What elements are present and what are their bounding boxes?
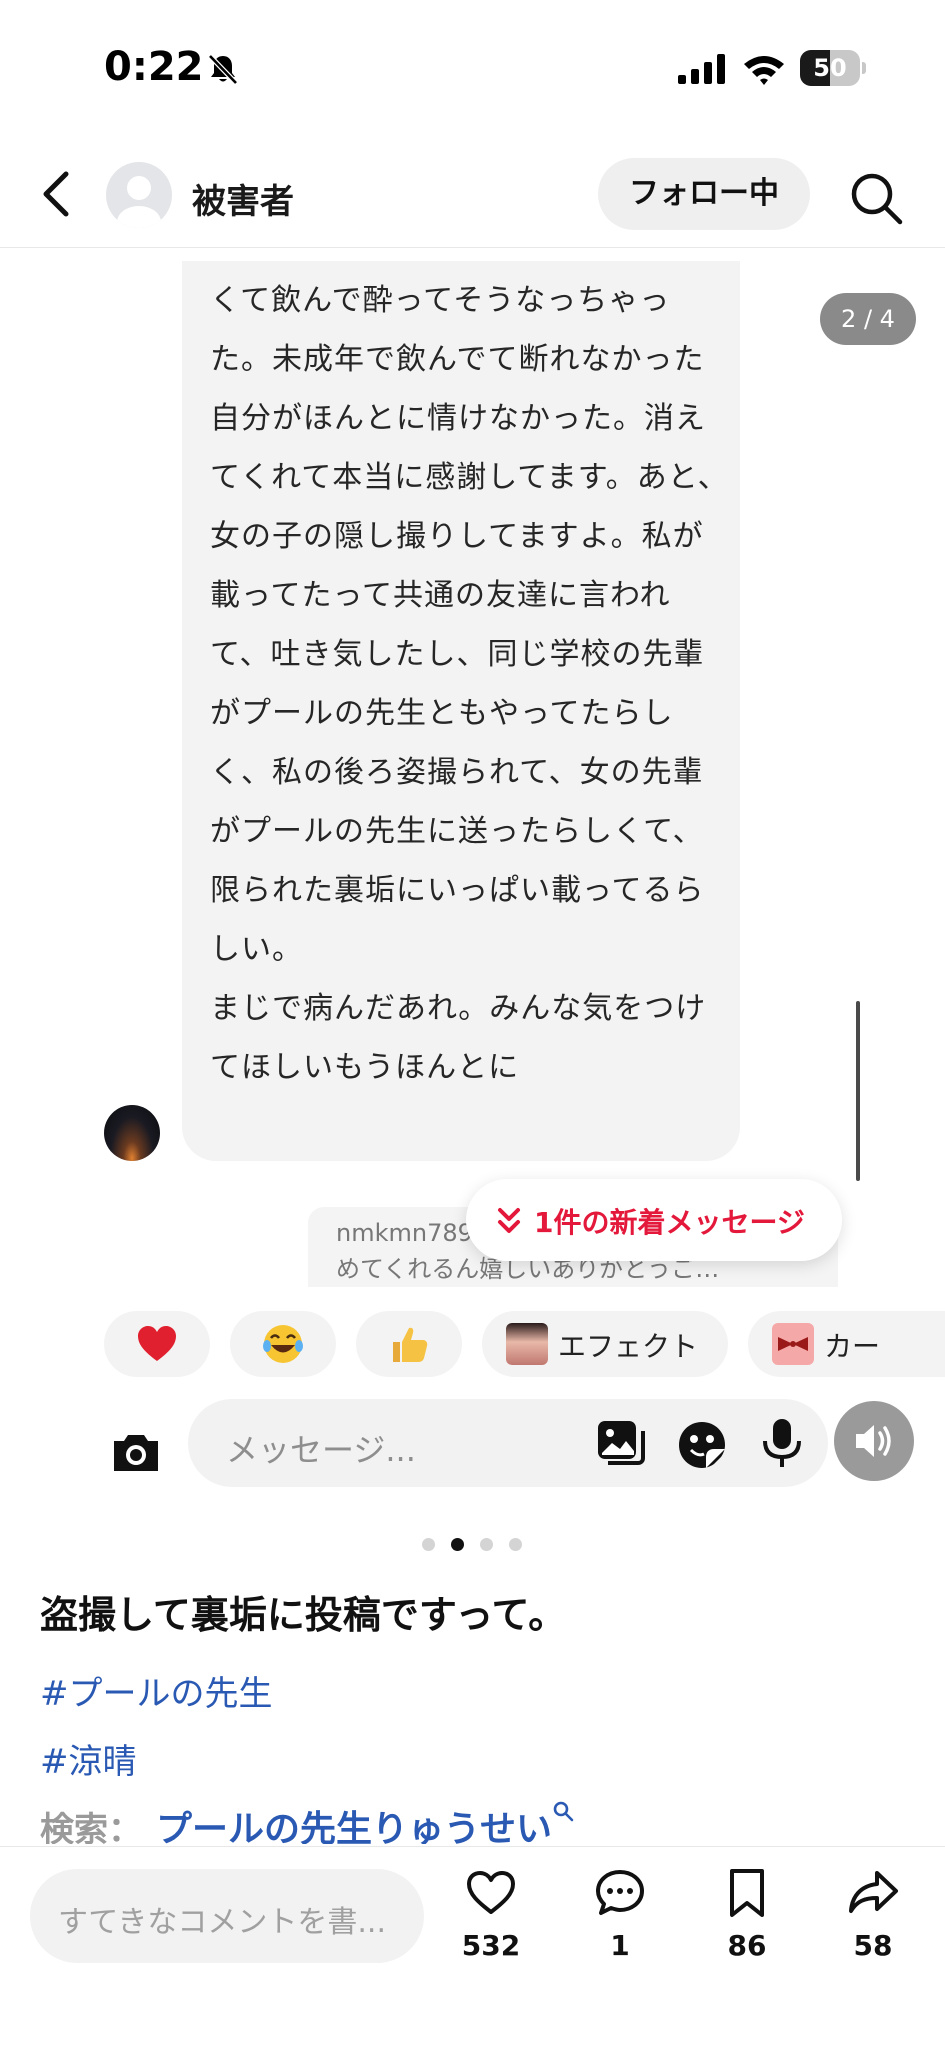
battery-percent: 50: [813, 54, 847, 82]
carousel-dot-active[interactable]: [451, 1538, 464, 1551]
post-caption: 盗撮して裏垢に投稿ですって。: [40, 1593, 567, 1637]
battery-indicator: 50: [800, 50, 866, 86]
message-placeholder: メッセージ...: [226, 1431, 416, 1469]
save-button[interactable]: 86: [702, 1867, 792, 1987]
reaction-thumbs-up: [356, 1311, 462, 1377]
share-button[interactable]: 58: [828, 1867, 918, 1987]
bottom-action-bar: すてきなコメントを書... 532 1 86 58: [0, 1846, 945, 2048]
save-count: 86: [727, 1929, 767, 1962]
sender-avatar: [104, 1105, 160, 1161]
comment-button[interactable]: 1: [575, 1867, 665, 1987]
new-message-label: 1件の新着メッセージ: [534, 1206, 805, 1239]
laughing-emoji-icon: [263, 1325, 303, 1363]
comment-count: 1: [610, 1929, 630, 1962]
status-time: 0:22: [104, 44, 204, 90]
search-suggestion: 検索： プールの先生りゅうせい: [40, 1800, 574, 1844]
wifi-icon: [744, 56, 784, 85]
reaction-card-label: カー: [824, 1330, 881, 1363]
carousel-dot[interactable]: [480, 1538, 493, 1551]
sticker-icon: [679, 1422, 725, 1468]
search-suggestion-link[interactable]: プールの先生りゅうせい: [156, 1809, 552, 1844]
bookmark-icon: [730, 1869, 764, 1917]
speaker-button: [834, 1401, 914, 1481]
reaction-laugh: [230, 1311, 336, 1377]
back-button[interactable]: [34, 168, 82, 220]
reply-username: nmkmn789: [336, 1219, 473, 1247]
image-counter: 2 / 4: [820, 293, 916, 345]
camera-icon: [114, 1435, 158, 1471]
author-avatar[interactable]: [106, 162, 172, 228]
speaker-icon: [856, 1425, 891, 1457]
reaction-effect-label: エフェクト: [558, 1330, 699, 1363]
reaction-effect: エフェクト: [482, 1311, 728, 1377]
carousel-dots: [422, 1536, 532, 1552]
post-image[interactable]: くて飲んで酔ってそうなっちゃった。未成年で飲んでて断れなかった自分がほんとに情け…: [0, 249, 945, 1499]
reaction-card: カー: [748, 1311, 945, 1377]
heart-emoji-icon: [138, 1326, 176, 1361]
reaction-heart: [104, 1311, 210, 1377]
gallery-icon: [598, 1421, 645, 1465]
scrollbar: [856, 1001, 860, 1181]
comment-icon: [596, 1870, 644, 1915]
thumbs-up-emoji-icon: [393, 1327, 428, 1362]
double-chevron-down-icon: [498, 1208, 520, 1233]
status-bar: 0:22 50: [0, 0, 945, 140]
effect-thumbnail: [506, 1323, 548, 1365]
new-message-pill: 1件の新着メッセージ: [466, 1179, 842, 1261]
search-small-icon: [553, 1801, 574, 1822]
carousel-dot[interactable]: [422, 1538, 435, 1551]
search-prefix: 検索：: [40, 1810, 142, 1844]
comment-placeholder: すてきなコメントを書...: [58, 1905, 387, 1940]
share-arrow-icon: [849, 1871, 898, 1913]
carousel-dot[interactable]: [509, 1538, 522, 1551]
heart-icon: [467, 1871, 515, 1914]
search-icon[interactable]: [848, 170, 904, 226]
message-text: くて飲んで酔ってそうなっちゃった。未成年で飲んでて断れなかった自分がほんとに情け…: [210, 283, 729, 1085]
post-header: 被害者 フォロー中: [0, 140, 945, 248]
signal-icon: [678, 54, 725, 84]
like-count: 532: [461, 1929, 521, 1962]
like-button[interactable]: 532: [446, 1867, 536, 1987]
hashtag-link[interactable]: #涼晴: [40, 1734, 137, 1783]
reaction-bar: エフェクト カー: [0, 1311, 945, 1387]
bell-off-icon: [208, 54, 238, 85]
author-username[interactable]: 被害者: [192, 174, 294, 223]
microphone-icon: [763, 1419, 801, 1467]
share-count: 58: [853, 1929, 893, 1962]
message-composer: メッセージ...: [0, 1399, 945, 1499]
hashtag-link[interactable]: #プールの先生: [40, 1666, 273, 1715]
card-thumbnail: [772, 1323, 814, 1365]
follow-button[interactable]: フォロー中: [598, 158, 810, 230]
